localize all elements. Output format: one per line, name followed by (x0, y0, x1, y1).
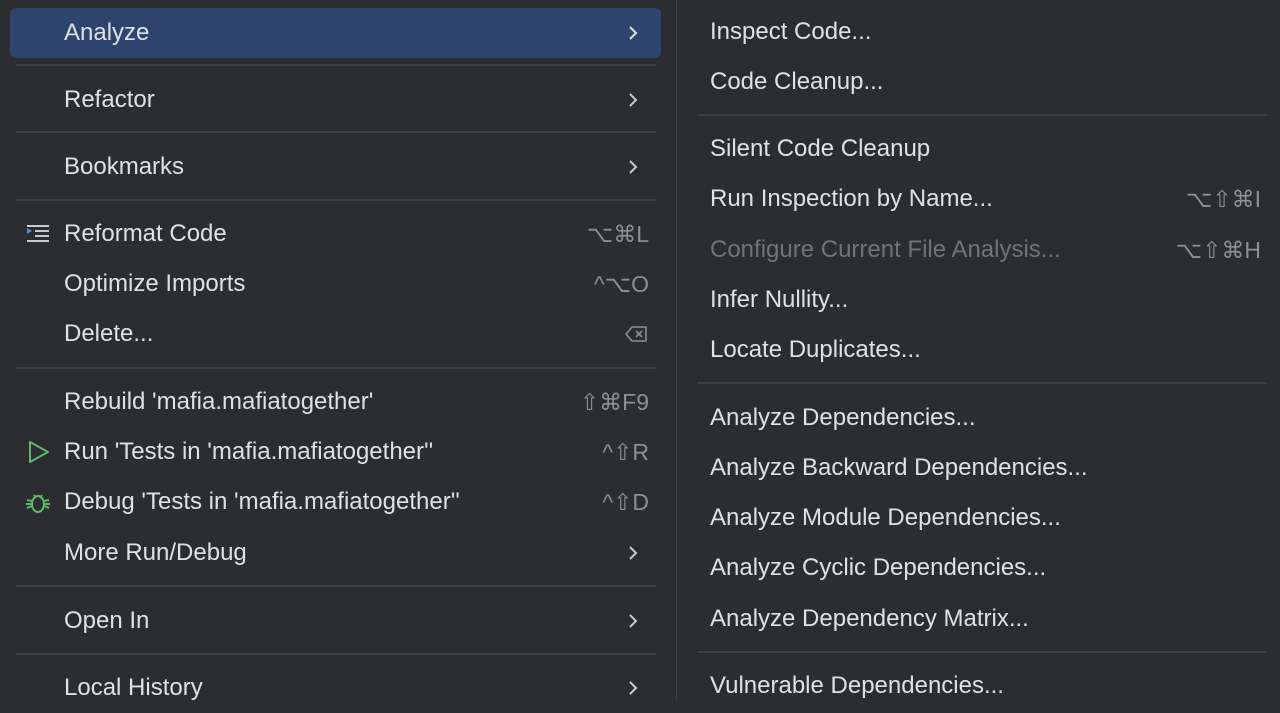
menu-item-label: Analyze Backward Dependencies... (710, 454, 1088, 481)
menu-item-label: Refactor (64, 86, 155, 113)
menu-item-label: Code Cleanup... (710, 68, 884, 95)
menu-item-run-tests[interactable]: Run 'Tests in 'mafia.mafiatogether'' ^⇧R (10, 427, 661, 477)
menu-item-label: Delete... (64, 320, 154, 347)
context-menu: Analyze Refactor Bookmarks Reformat Code… (0, 0, 674, 701)
menu-separator (697, 114, 1267, 116)
menu-item-optimize-imports[interactable]: Optimize Imports ^⌥O (10, 259, 661, 309)
menu-item-infer-nullity[interactable]: Infer Nullity... (697, 275, 1271, 325)
menu-item-label: Optimize Imports (64, 270, 246, 297)
menu-item-refactor[interactable]: Refactor (10, 75, 661, 125)
menu-item-label: Analyze Cyclic Dependencies... (710, 554, 1047, 581)
menu-separator (16, 199, 656, 201)
menu-item-label: Rebuild 'mafia.mafiatogether' (64, 388, 374, 415)
menu-item-label: Analyze Dependencies... (710, 404, 976, 431)
menu-item-shortcut: ⌥⇧⌘H (1175, 236, 1261, 263)
menu-item-vulnerable-dependencies[interactable]: Vulnerable Dependencies... (697, 661, 1271, 711)
menu-item-configure-current-file-analysis: Configure Current File Analysis... ⌥⇧⌘H (697, 225, 1271, 275)
menu-item-analyze-backward-dependencies[interactable]: Analyze Backward Dependencies... (697, 443, 1271, 493)
menu-item-shortcut: ⌥⌘L (586, 220, 649, 247)
menu-item-more-run-debug[interactable]: More Run/Debug (10, 528, 661, 578)
chevron-right-icon (629, 26, 638, 40)
menu-item-shortcut: ^⇧R (602, 438, 649, 465)
menu-separator (16, 64, 656, 66)
menu-item-shortcut: ⌥⇧⌘I (1185, 185, 1261, 212)
menu-item-local-history[interactable]: Local History (10, 663, 661, 713)
chevron-right-icon (629, 93, 638, 107)
menu-item-label: Inspect Code... (710, 18, 872, 45)
menu-item-label: Bookmarks (64, 153, 185, 180)
analyze-submenu: Inspect Code... Code Cleanup... Silent C… (676, 0, 1280, 701)
menu-item-shortcut: ⇧⌘F9 (579, 388, 649, 415)
menu-item-label: Reformat Code (64, 220, 227, 247)
menu-item-label: Local History (64, 674, 203, 701)
menu-item-analyze-dependency-matrix[interactable]: Analyze Dependency Matrix... (697, 594, 1271, 644)
chevron-right-icon (629, 160, 638, 174)
menu-separator (697, 382, 1267, 384)
menu-item-open-in[interactable]: Open In (10, 596, 661, 646)
menu-separator (16, 131, 656, 133)
run-icon (29, 441, 49, 463)
chevron-right-icon (629, 614, 638, 628)
menu-item-analyze-dependencies[interactable]: Analyze Dependencies... (697, 393, 1271, 443)
menu-item-analyze[interactable]: Analyze (10, 8, 661, 58)
menu-item-label: Analyze Dependency Matrix... (710, 605, 1029, 632)
menu-item-label: Locate Duplicates... (710, 336, 921, 363)
menu-separator (16, 585, 656, 587)
menu-item-label: Run 'Tests in 'mafia.mafiatogether'' (64, 438, 434, 465)
menu-item-label: Configure Current File Analysis... (710, 236, 1061, 263)
delete-key-icon (625, 326, 647, 342)
menu-item-debug-tests[interactable]: Debug 'Tests in 'mafia.mafiatogether'' ^… (10, 477, 661, 527)
menu-item-inspect-code[interactable]: Inspect Code... (697, 7, 1271, 57)
menu-item-label: Open In (64, 607, 150, 634)
menu-item-label: Debug 'Tests in 'mafia.mafiatogether'' (64, 488, 460, 515)
menu-item-label: Analyze Module Dependencies... (710, 504, 1061, 531)
menu-item-rebuild[interactable]: Rebuild 'mafia.mafiatogether' ⇧⌘F9 (10, 377, 661, 427)
debug-bug-icon (26, 494, 50, 513)
menu-item-shortcut: ^⌥O (593, 270, 649, 297)
menu-item-reformat-code[interactable]: Reformat Code ⌥⌘L (10, 209, 661, 259)
menu-item-locate-duplicates[interactable]: Locate Duplicates... (697, 325, 1271, 375)
menu-item-shortcut: ^⇧D (602, 488, 649, 515)
menu-item-analyze-module-dependencies[interactable]: Analyze Module Dependencies... (697, 493, 1271, 543)
menu-item-bookmarks[interactable]: Bookmarks (10, 142, 661, 192)
menu-item-label: Silent Code Cleanup (710, 135, 931, 162)
menu-item-label: Infer Nullity... (710, 286, 849, 313)
menu-item-label: Run Inspection by Name... (710, 185, 993, 212)
menu-item-run-inspection-by-name[interactable]: Run Inspection by Name... ⌥⇧⌘I (697, 174, 1271, 224)
reformat-icon (27, 225, 49, 242)
chevron-right-icon (629, 546, 638, 560)
menu-item-code-cleanup[interactable]: Code Cleanup... (697, 57, 1271, 107)
menu-item-label: Analyze (64, 19, 150, 46)
menu-separator (16, 653, 656, 655)
menu-item-delete[interactable]: Delete... (10, 309, 661, 359)
chevron-right-icon (629, 681, 638, 695)
menu-separator (16, 367, 656, 369)
menu-item-silent-code-cleanup[interactable]: Silent Code Cleanup (697, 124, 1271, 174)
menu-item-label: More Run/Debug (64, 539, 247, 566)
menu-item-analyze-cyclic-dependencies[interactable]: Analyze Cyclic Dependencies... (697, 543, 1271, 593)
menu-item-label: Vulnerable Dependencies... (710, 672, 1004, 699)
menu-separator (697, 651, 1267, 653)
